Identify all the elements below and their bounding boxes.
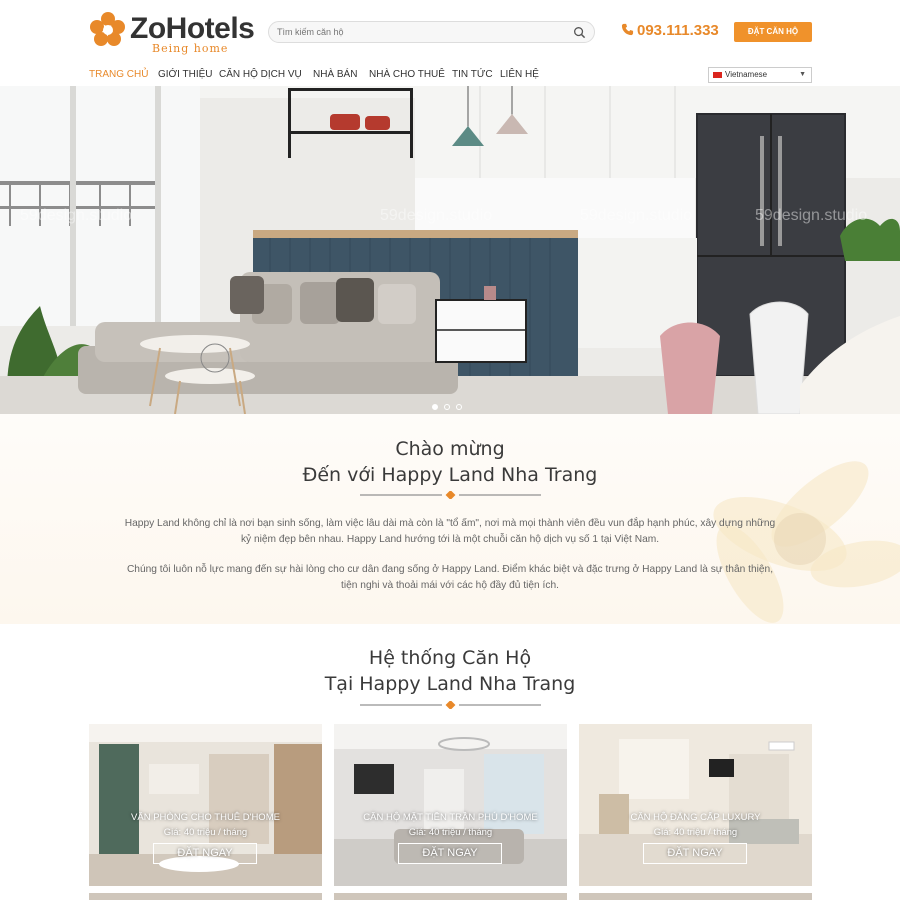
- hero-watermark-2: 59design.studio: [380, 207, 492, 224]
- nav-item-houses-for-rent[interactable]: NHÀ CHO THUÊ: [369, 69, 445, 80]
- slider-dot-3[interactable]: [456, 404, 462, 410]
- search-input[interactable]: [277, 24, 567, 40]
- hero-watermark-1: 59design.studio: [20, 207, 132, 224]
- welcome-title-line2: Đến với Happy Land Nha Trang: [302, 464, 598, 486]
- logo-text: ZoHotels: [130, 12, 255, 45]
- welcome-paragraph-2-line2: tiện nghi và thoải mái với các hộ đầy đủ…: [341, 580, 559, 591]
- apartments-title-line1: Hệ thống Căn Hộ: [368, 647, 532, 669]
- apartment-price: Giá: 40 triệu / tháng: [408, 827, 493, 838]
- next-row-card-edge: [579, 893, 812, 900]
- book-apartment-button[interactable]: ĐẶT CĂN HỘ: [734, 22, 812, 42]
- apartment-title: CĂN HỘ MẶT TIỀN TRẦN PHÚ D'HOME: [363, 812, 538, 823]
- hotline[interactable]: 093.111.333: [621, 22, 719, 42]
- welcome-paragraph-1-line1: Happy Land không chỉ là nơi bạn sinh sốn…: [124, 518, 776, 529]
- chevron-down-icon: ▼: [799, 71, 806, 78]
- language-value: Vietnamese: [725, 70, 768, 79]
- apartment-card[interactable]: CĂN HỘ MẶT TIỀN TRẦN PHÚ D'HOME Giá: 40 …: [334, 724, 567, 886]
- book-now-button[interactable]: ĐẶT NGAY: [643, 843, 747, 864]
- logo-flower-icon: [90, 12, 125, 46]
- apartment-card[interactable]: CĂN HỘ ĐẲNG CẤP LUXURY Giá: 40 triệu / t…: [579, 724, 812, 886]
- apartment-price: Giá: 40 triệu / tháng: [163, 827, 248, 838]
- nav-item-home[interactable]: TRANG CHỦ: [89, 69, 148, 80]
- site-header: ZoHotels Being home 093.111.333 ĐẶT CĂN …: [0, 0, 900, 64]
- nav-item-service-apartments[interactable]: CĂN HỘ DỊCH VỤ: [219, 69, 302, 80]
- apartments-title-divider: [360, 701, 541, 709]
- apartments-title-line2: Tại Happy Land Nha Trang: [324, 673, 576, 695]
- slider-dot-1[interactable]: [432, 404, 438, 410]
- nav-item-about[interactable]: GIỚI THIỆU: [158, 69, 213, 80]
- search-icon[interactable]: [573, 26, 586, 39]
- logo-tagline: Being home: [152, 42, 229, 55]
- welcome-paragraph-2-line1: Chúng tôi luôn nỗ lực mang đến sự hài lò…: [126, 564, 774, 575]
- phone-number: 093.111.333: [637, 22, 719, 39]
- welcome-paragraph-1-line2: kỷ niệm đẹp bên nhau. Happy Land hướng t…: [240, 534, 660, 545]
- book-now-button[interactable]: ĐẶT NGAY: [153, 843, 257, 864]
- apartment-title: CĂN HỘ ĐẲNG CẤP LUXURY: [630, 812, 761, 823]
- logo[interactable]: ZoHotels Being home: [88, 8, 258, 56]
- slider-dots: [432, 397, 468, 415]
- apartment-title: VĂN PHÒNG CHO THUÊ D'HOME: [131, 812, 280, 823]
- phone-icon: [621, 23, 634, 36]
- welcome-title-line1: Chào mừng: [395, 438, 505, 460]
- nav-item-news[interactable]: TIN TỨC: [452, 69, 493, 80]
- nav-item-contact[interactable]: LIÊN HỆ: [500, 69, 539, 80]
- hero-image: 59design.studio 59design.studio 59design…: [0, 86, 900, 414]
- next-row-card-edge: [89, 893, 322, 900]
- next-row-card-edge: [334, 893, 567, 900]
- hero-watermark-3: 59design.studio: [580, 207, 692, 224]
- slider-dot-2[interactable]: [444, 404, 450, 410]
- vietnam-flag-icon: [713, 72, 722, 78]
- title-divider: [360, 491, 541, 499]
- apartment-card[interactable]: VĂN PHÒNG CHO THUÊ D'HOME Giá: 40 triệu …: [89, 724, 322, 886]
- language-select[interactable]: Vietnamese ▼: [708, 67, 812, 83]
- hero-slider[interactable]: 59design.studio 59design.studio 59design…: [0, 86, 900, 414]
- apartment-price: Giá: 40 triệu / tháng: [653, 827, 738, 838]
- search-box: [268, 21, 595, 43]
- book-now-button[interactable]: ĐẶT NGAY: [398, 843, 502, 864]
- hero-watermark-4: 59design.studio: [755, 207, 867, 224]
- nav-item-houses-for-sale[interactable]: NHÀ BÁN: [313, 69, 357, 80]
